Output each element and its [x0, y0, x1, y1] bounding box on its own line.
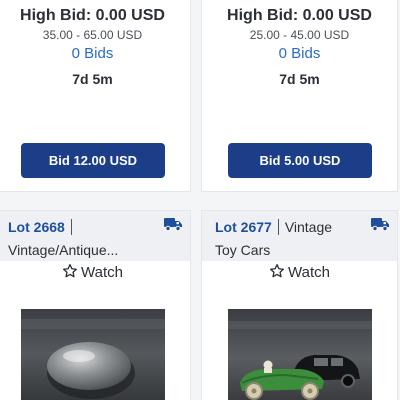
lot-header: Lot 2677 Vintage Toy Cars — [202, 211, 397, 261]
truck-icon — [371, 218, 389, 231]
bid-count-link[interactable]: 0 Bids — [202, 43, 397, 65]
time-left: 7d 5m — [72, 71, 113, 87]
watch-label: Watch — [288, 264, 330, 281]
lot-card: Lot 2668 Vintage/Antique... Watch — [0, 210, 191, 400]
bid-button[interactable]: Bid 5.00 USD — [228, 143, 372, 178]
lot-photo[interactable] — [21, 309, 165, 400]
divider — [277, 219, 279, 235]
lot-title[interactable]: Toy Cars — [215, 240, 389, 260]
divider — [70, 219, 72, 235]
lot-line: Lot 2668 — [8, 217, 182, 237]
lot-category: Vintage — [284, 219, 333, 235]
bid-count-link[interactable]: 0 Bids — [0, 43, 190, 65]
lot-card: Lot 2677 Vintage Toy Cars Watch — [201, 210, 398, 400]
bid-summary: High Bid: 0.00 USD 35.00 - 65.00 USD 0 B… — [0, 0, 190, 91]
lot-photo[interactable] — [228, 309, 372, 400]
toy-cars-image — [228, 309, 372, 400]
tin-box-image — [21, 309, 165, 400]
lot-grid: High Bid: 0.00 USD 35.00 - 65.00 USD 0 B… — [0, 0, 400, 400]
star-outline-icon — [63, 264, 78, 278]
lot-title[interactable]: Vintage/Antique... — [8, 240, 182, 260]
watch-button[interactable]: Watch — [202, 262, 397, 284]
high-bid: High Bid: 0.00 USD — [20, 7, 165, 24]
estimate-range: 35.00 - 65.00 USD — [42, 28, 143, 42]
estimate-range: 25.00 - 45.00 USD — [249, 28, 350, 42]
bid-summary: High Bid: 0.00 USD 25.00 - 45.00 USD 0 B… — [202, 0, 397, 91]
time-left: 7d 5m — [279, 71, 320, 87]
star-outline-icon — [270, 264, 285, 278]
lot-line: Lot 2677 Vintage — [215, 217, 389, 237]
lot-number-link[interactable]: Lot 2677 — [215, 219, 272, 235]
truck-icon — [164, 218, 182, 231]
lot-header: Lot 2668 Vintage/Antique... — [0, 211, 190, 261]
lot-number-link[interactable]: Lot 2668 — [8, 219, 65, 235]
lot-card: High Bid: 0.00 USD 35.00 - 65.00 USD 0 B… — [0, 0, 191, 192]
bid-button[interactable]: Bid 12.00 USD — [21, 143, 165, 178]
watch-button[interactable]: Watch — [0, 262, 190, 284]
high-bid: High Bid: 0.00 USD — [227, 7, 372, 24]
watch-label: Watch — [81, 264, 123, 281]
lot-card: High Bid: 0.00 USD 25.00 - 45.00 USD 0 B… — [201, 0, 398, 192]
